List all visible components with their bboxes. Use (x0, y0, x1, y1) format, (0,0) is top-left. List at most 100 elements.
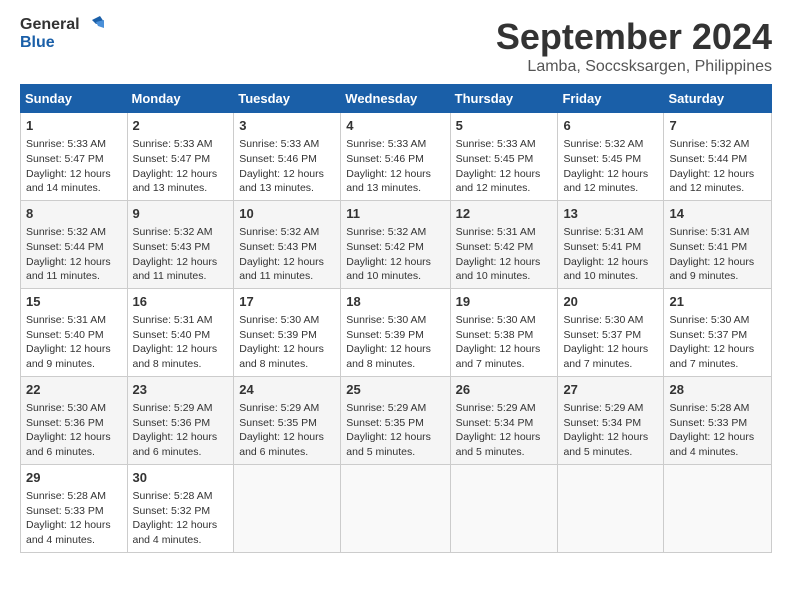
calendar-cell: 29Sunrise: 5:28 AMSunset: 5:33 PMDayligh… (21, 464, 128, 552)
day-info: Sunrise: 5:28 AMSunset: 5:33 PMDaylight:… (669, 401, 766, 460)
day-info: Sunrise: 5:29 AMSunset: 5:35 PMDaylight:… (346, 401, 444, 460)
day-info: Sunrise: 5:29 AMSunset: 5:34 PMDaylight:… (563, 401, 658, 460)
day-number: 21 (669, 293, 766, 311)
day-info: Sunrise: 5:31 AMSunset: 5:41 PMDaylight:… (563, 225, 658, 284)
day-info: Sunrise: 5:32 AMSunset: 5:43 PMDaylight:… (239, 225, 335, 284)
calendar-cell: 12 Sunrise: 5:31 AMSunset: 5:42 PMDayligh… (450, 200, 558, 288)
day-number: 25 (346, 381, 444, 399)
day-number: 26 (456, 381, 553, 399)
calendar-cell: 18 Sunrise: 5:30 AMSunset: 5:39 PMDayligh… (341, 288, 450, 376)
calendar-cell: 24 Sunrise: 5:29 AMSunset: 5:35 PMDayligh… (234, 376, 341, 464)
day-info: Sunrise: 5:30 AMSunset: 5:37 PMDaylight:… (563, 313, 658, 372)
calendar-cell: 22 Sunrise: 5:30 AMSunset: 5:36 PMDayligh… (21, 376, 128, 464)
location-title: Lamba, Soccsksargen, Philippines (496, 58, 772, 76)
calendar-cell: 14 Sunrise: 5:31 AMSunset: 5:41 PMDayligh… (664, 200, 772, 288)
day-info: Sunrise: 5:30 AMSunset: 5:39 PMDaylight:… (239, 313, 335, 372)
calendar-week-row: 1Sunrise: 5:33 AMSunset: 5:47 PMDaylight… (21, 113, 772, 201)
calendar-cell: 21 Sunrise: 5:30 AMSunset: 5:37 PMDayligh… (664, 288, 772, 376)
header: General Blue September 2024 Lamba, Soccs… (20, 16, 772, 76)
day-number: 6 (563, 117, 658, 135)
calendar-cell (341, 464, 450, 552)
calendar-cell (450, 464, 558, 552)
calendar-cell: 19 Sunrise: 5:30 AMSunset: 5:38 PMDayligh… (450, 288, 558, 376)
calendar-cell: 8 Sunrise: 5:32 AMSunset: 5:44 PMDaylight… (21, 200, 128, 288)
day-number: 5 (456, 117, 553, 135)
calendar-cell (234, 464, 341, 552)
calendar-cell: 13Sunrise: 5:31 AMSunset: 5:41 PMDayligh… (558, 200, 664, 288)
day-info: Sunrise: 5:32 AMSunset: 5:42 PMDaylight:… (346, 225, 444, 284)
day-info: Sunrise: 5:29 AMSunset: 5:34 PMDaylight:… (456, 401, 553, 460)
day-number: 10 (239, 205, 335, 223)
day-info: Sunrise: 5:30 AMSunset: 5:38 PMDaylight:… (456, 313, 553, 372)
weekday-header: Thursday (450, 85, 558, 113)
calendar-cell: 11 Sunrise: 5:32 AMSunset: 5:42 PMDayligh… (341, 200, 450, 288)
calendar-cell: 16Sunrise: 5:31 AMSunset: 5:40 PMDayligh… (127, 288, 234, 376)
day-number: 14 (669, 205, 766, 223)
day-info: Sunrise: 5:30 AMSunset: 5:39 PMDaylight:… (346, 313, 444, 372)
logo-bird-icon (82, 16, 104, 34)
logo-graphic: General Blue (20, 16, 104, 52)
day-number: 11 (346, 205, 444, 223)
day-info: Sunrise: 5:32 AMSunset: 5:43 PMDaylight:… (133, 225, 229, 284)
day-number: 30 (133, 469, 229, 487)
day-info: Sunrise: 5:31 AMSunset: 5:42 PMDaylight:… (456, 225, 553, 284)
day-number: 28 (669, 381, 766, 399)
calendar-cell: 17 Sunrise: 5:30 AMSunset: 5:39 PMDayligh… (234, 288, 341, 376)
calendar-cell: 7Sunrise: 5:32 AMSunset: 5:44 PMDaylight… (664, 113, 772, 201)
calendar-week-row: 29Sunrise: 5:28 AMSunset: 5:33 PMDayligh… (21, 464, 772, 552)
day-info: Sunrise: 5:33 AMSunset: 5:45 PMDaylight:… (456, 137, 553, 196)
calendar-cell: 9 Sunrise: 5:32 AMSunset: 5:43 PMDaylight… (127, 200, 234, 288)
calendar-cell (558, 464, 664, 552)
day-info: Sunrise: 5:30 AMSunset: 5:37 PMDaylight:… (669, 313, 766, 372)
day-number: 24 (239, 381, 335, 399)
day-info: Sunrise: 5:29 AMSunset: 5:36 PMDaylight:… (133, 401, 229, 460)
calendar-cell: 4Sunrise: 5:33 AMSunset: 5:46 PMDaylight… (341, 113, 450, 201)
day-info: Sunrise: 5:33 AMSunset: 5:47 PMDaylight:… (26, 137, 122, 196)
title-area: September 2024 Lamba, Soccsksargen, Phil… (496, 16, 772, 76)
calendar-cell: 6 Sunrise: 5:32 AMSunset: 5:45 PMDaylight… (558, 113, 664, 201)
day-info: Sunrise: 5:31 AMSunset: 5:41 PMDaylight:… (669, 225, 766, 284)
calendar-cell (664, 464, 772, 552)
calendar-cell: 30 Sunrise: 5:28 AMSunset: 5:32 PMDayligh… (127, 464, 234, 552)
day-number: 2 (133, 117, 229, 135)
calendar-cell: 27 Sunrise: 5:29 AMSunset: 5:34 PMDayligh… (558, 376, 664, 464)
day-number: 17 (239, 293, 335, 311)
calendar-cell: 15Sunrise: 5:31 AMSunset: 5:40 PMDayligh… (21, 288, 128, 376)
day-number: 9 (133, 205, 229, 223)
day-number: 8 (26, 205, 122, 223)
calendar-cell: 3 Sunrise: 5:33 AMSunset: 5:46 PMDaylight… (234, 113, 341, 201)
day-info: Sunrise: 5:33 AMSunset: 5:46 PMDaylight:… (239, 137, 335, 196)
calendar-cell: 26 Sunrise: 5:29 AMSunset: 5:34 PMDayligh… (450, 376, 558, 464)
calendar-cell: 20Sunrise: 5:30 AMSunset: 5:37 PMDayligh… (558, 288, 664, 376)
day-info: Sunrise: 5:28 AMSunset: 5:32 PMDaylight:… (133, 489, 229, 548)
day-number: 19 (456, 293, 553, 311)
calendar-cell: 25 Sunrise: 5:29 AMSunset: 5:35 PMDayligh… (341, 376, 450, 464)
weekday-header: Saturday (664, 85, 772, 113)
calendar-cell: 28 Sunrise: 5:28 AMSunset: 5:33 PMDayligh… (664, 376, 772, 464)
weekday-header: Friday (558, 85, 664, 113)
month-title: September 2024 (496, 16, 772, 58)
calendar-week-row: 8 Sunrise: 5:32 AMSunset: 5:44 PMDaylight… (21, 200, 772, 288)
day-number: 23 (133, 381, 229, 399)
day-info: Sunrise: 5:31 AMSunset: 5:40 PMDaylight:… (26, 313, 122, 372)
calendar-cell: 23 Sunrise: 5:29 AMSunset: 5:36 PMDayligh… (127, 376, 234, 464)
calendar-cell: 10 Sunrise: 5:32 AMSunset: 5:43 PMDayligh… (234, 200, 341, 288)
day-number: 12 (456, 205, 553, 223)
day-info: Sunrise: 5:29 AMSunset: 5:35 PMDaylight:… (239, 401, 335, 460)
day-info: Sunrise: 5:32 AMSunset: 5:45 PMDaylight:… (563, 137, 658, 196)
logo: General Blue (20, 16, 104, 52)
day-info: Sunrise: 5:33 AMSunset: 5:47 PMDaylight:… (133, 137, 229, 196)
day-info: Sunrise: 5:32 AMSunset: 5:44 PMDaylight:… (26, 225, 122, 284)
weekday-header: Monday (127, 85, 234, 113)
day-number: 18 (346, 293, 444, 311)
day-number: 22 (26, 381, 122, 399)
weekday-header: Wednesday (341, 85, 450, 113)
calendar-week-row: 22 Sunrise: 5:30 AMSunset: 5:36 PMDayligh… (21, 376, 772, 464)
calendar-cell: 5 Sunrise: 5:33 AMSunset: 5:45 PMDaylight… (450, 113, 558, 201)
calendar-header: SundayMondayTuesdayWednesdayThursdayFrid… (21, 85, 772, 113)
calendar-week-row: 15Sunrise: 5:31 AMSunset: 5:40 PMDayligh… (21, 288, 772, 376)
day-number: 27 (563, 381, 658, 399)
day-info: Sunrise: 5:33 AMSunset: 5:46 PMDaylight:… (346, 137, 444, 196)
day-info: Sunrise: 5:30 AMSunset: 5:36 PMDaylight:… (26, 401, 122, 460)
day-number: 3 (239, 117, 335, 135)
